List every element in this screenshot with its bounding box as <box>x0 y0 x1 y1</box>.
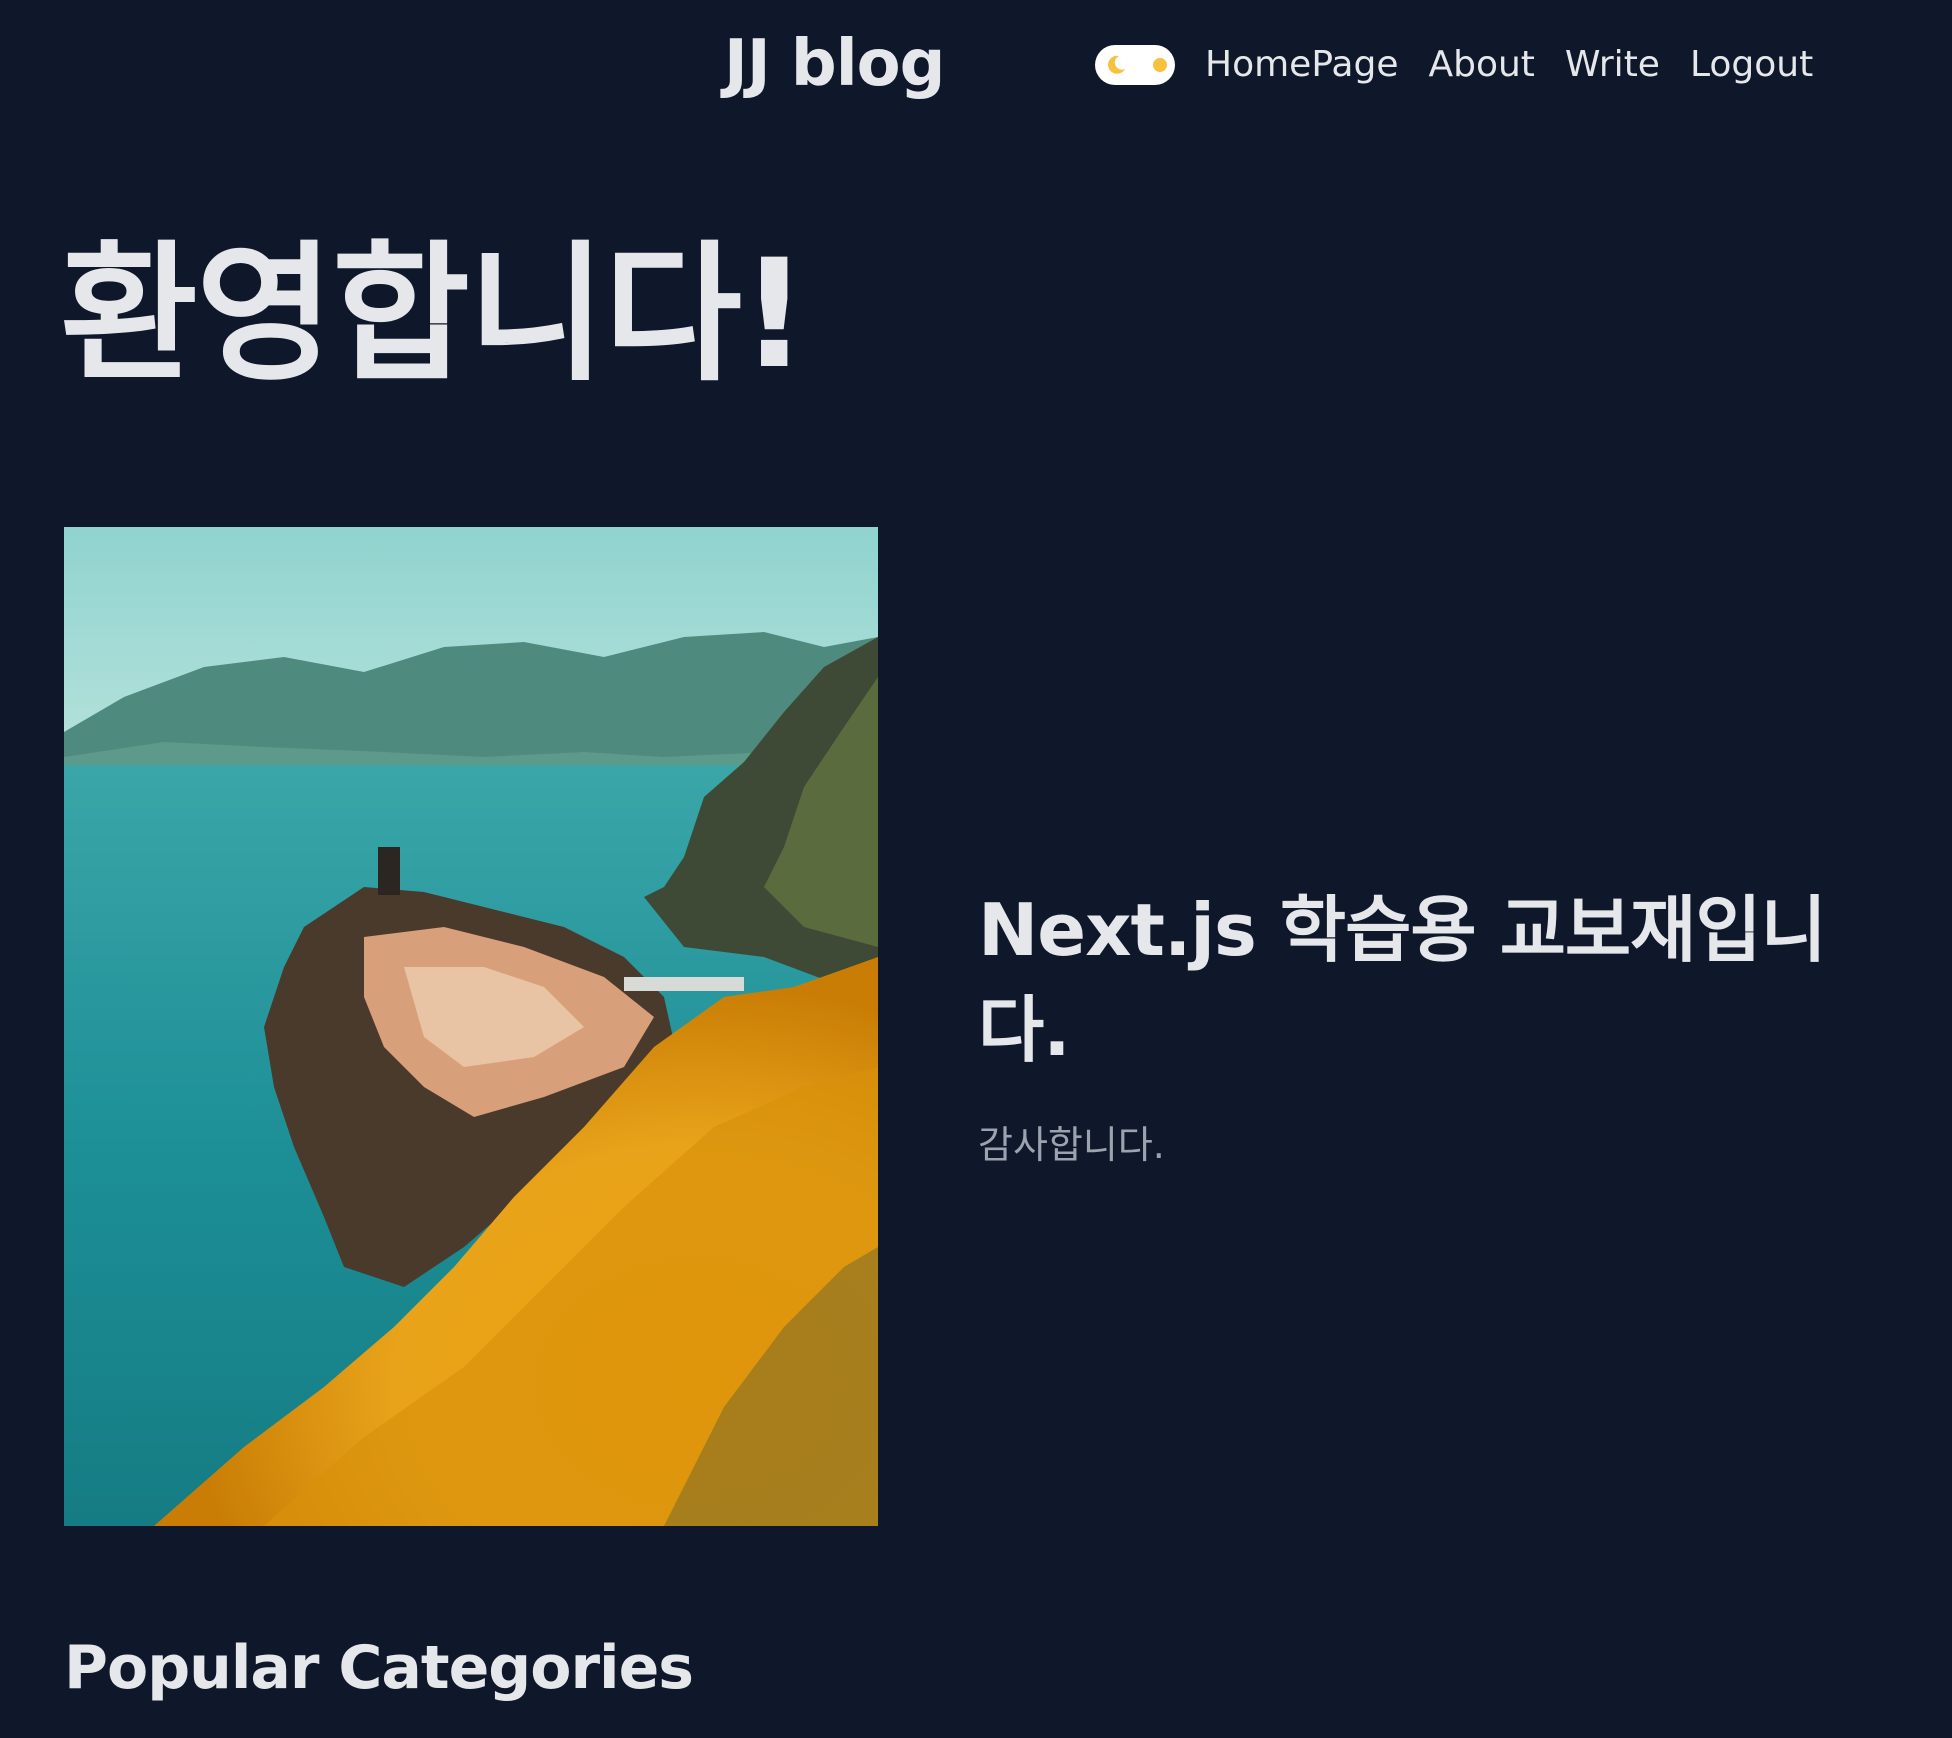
site-logo[interactable]: JJ blog <box>724 24 945 104</box>
nav-link-write[interactable]: Write <box>1565 40 1660 90</box>
nav-link-logout[interactable]: Logout <box>1690 40 1813 90</box>
theme-toggle[interactable] <box>1095 45 1175 85</box>
hero-subtitle: 감사합니다. <box>978 1123 1165 1167</box>
main-nav: HomePage About Write Logout <box>1095 30 1813 100</box>
sun-icon <box>1153 58 1167 72</box>
popular-categories-heading: Popular Categories <box>64 1633 694 1703</box>
moon-icon <box>1108 55 1125 74</box>
welcome-heading: 환영합니다! <box>60 228 808 402</box>
nav-link-about[interactable]: About <box>1428 40 1534 90</box>
site-header: JJ blog HomePage About Write Logout <box>0 0 1952 128</box>
hero-image <box>64 527 878 1526</box>
nav-link-homepage[interactable]: HomePage <box>1205 40 1398 90</box>
hero-title: Next.js 학습용 교보재입니다. <box>978 888 1827 1072</box>
